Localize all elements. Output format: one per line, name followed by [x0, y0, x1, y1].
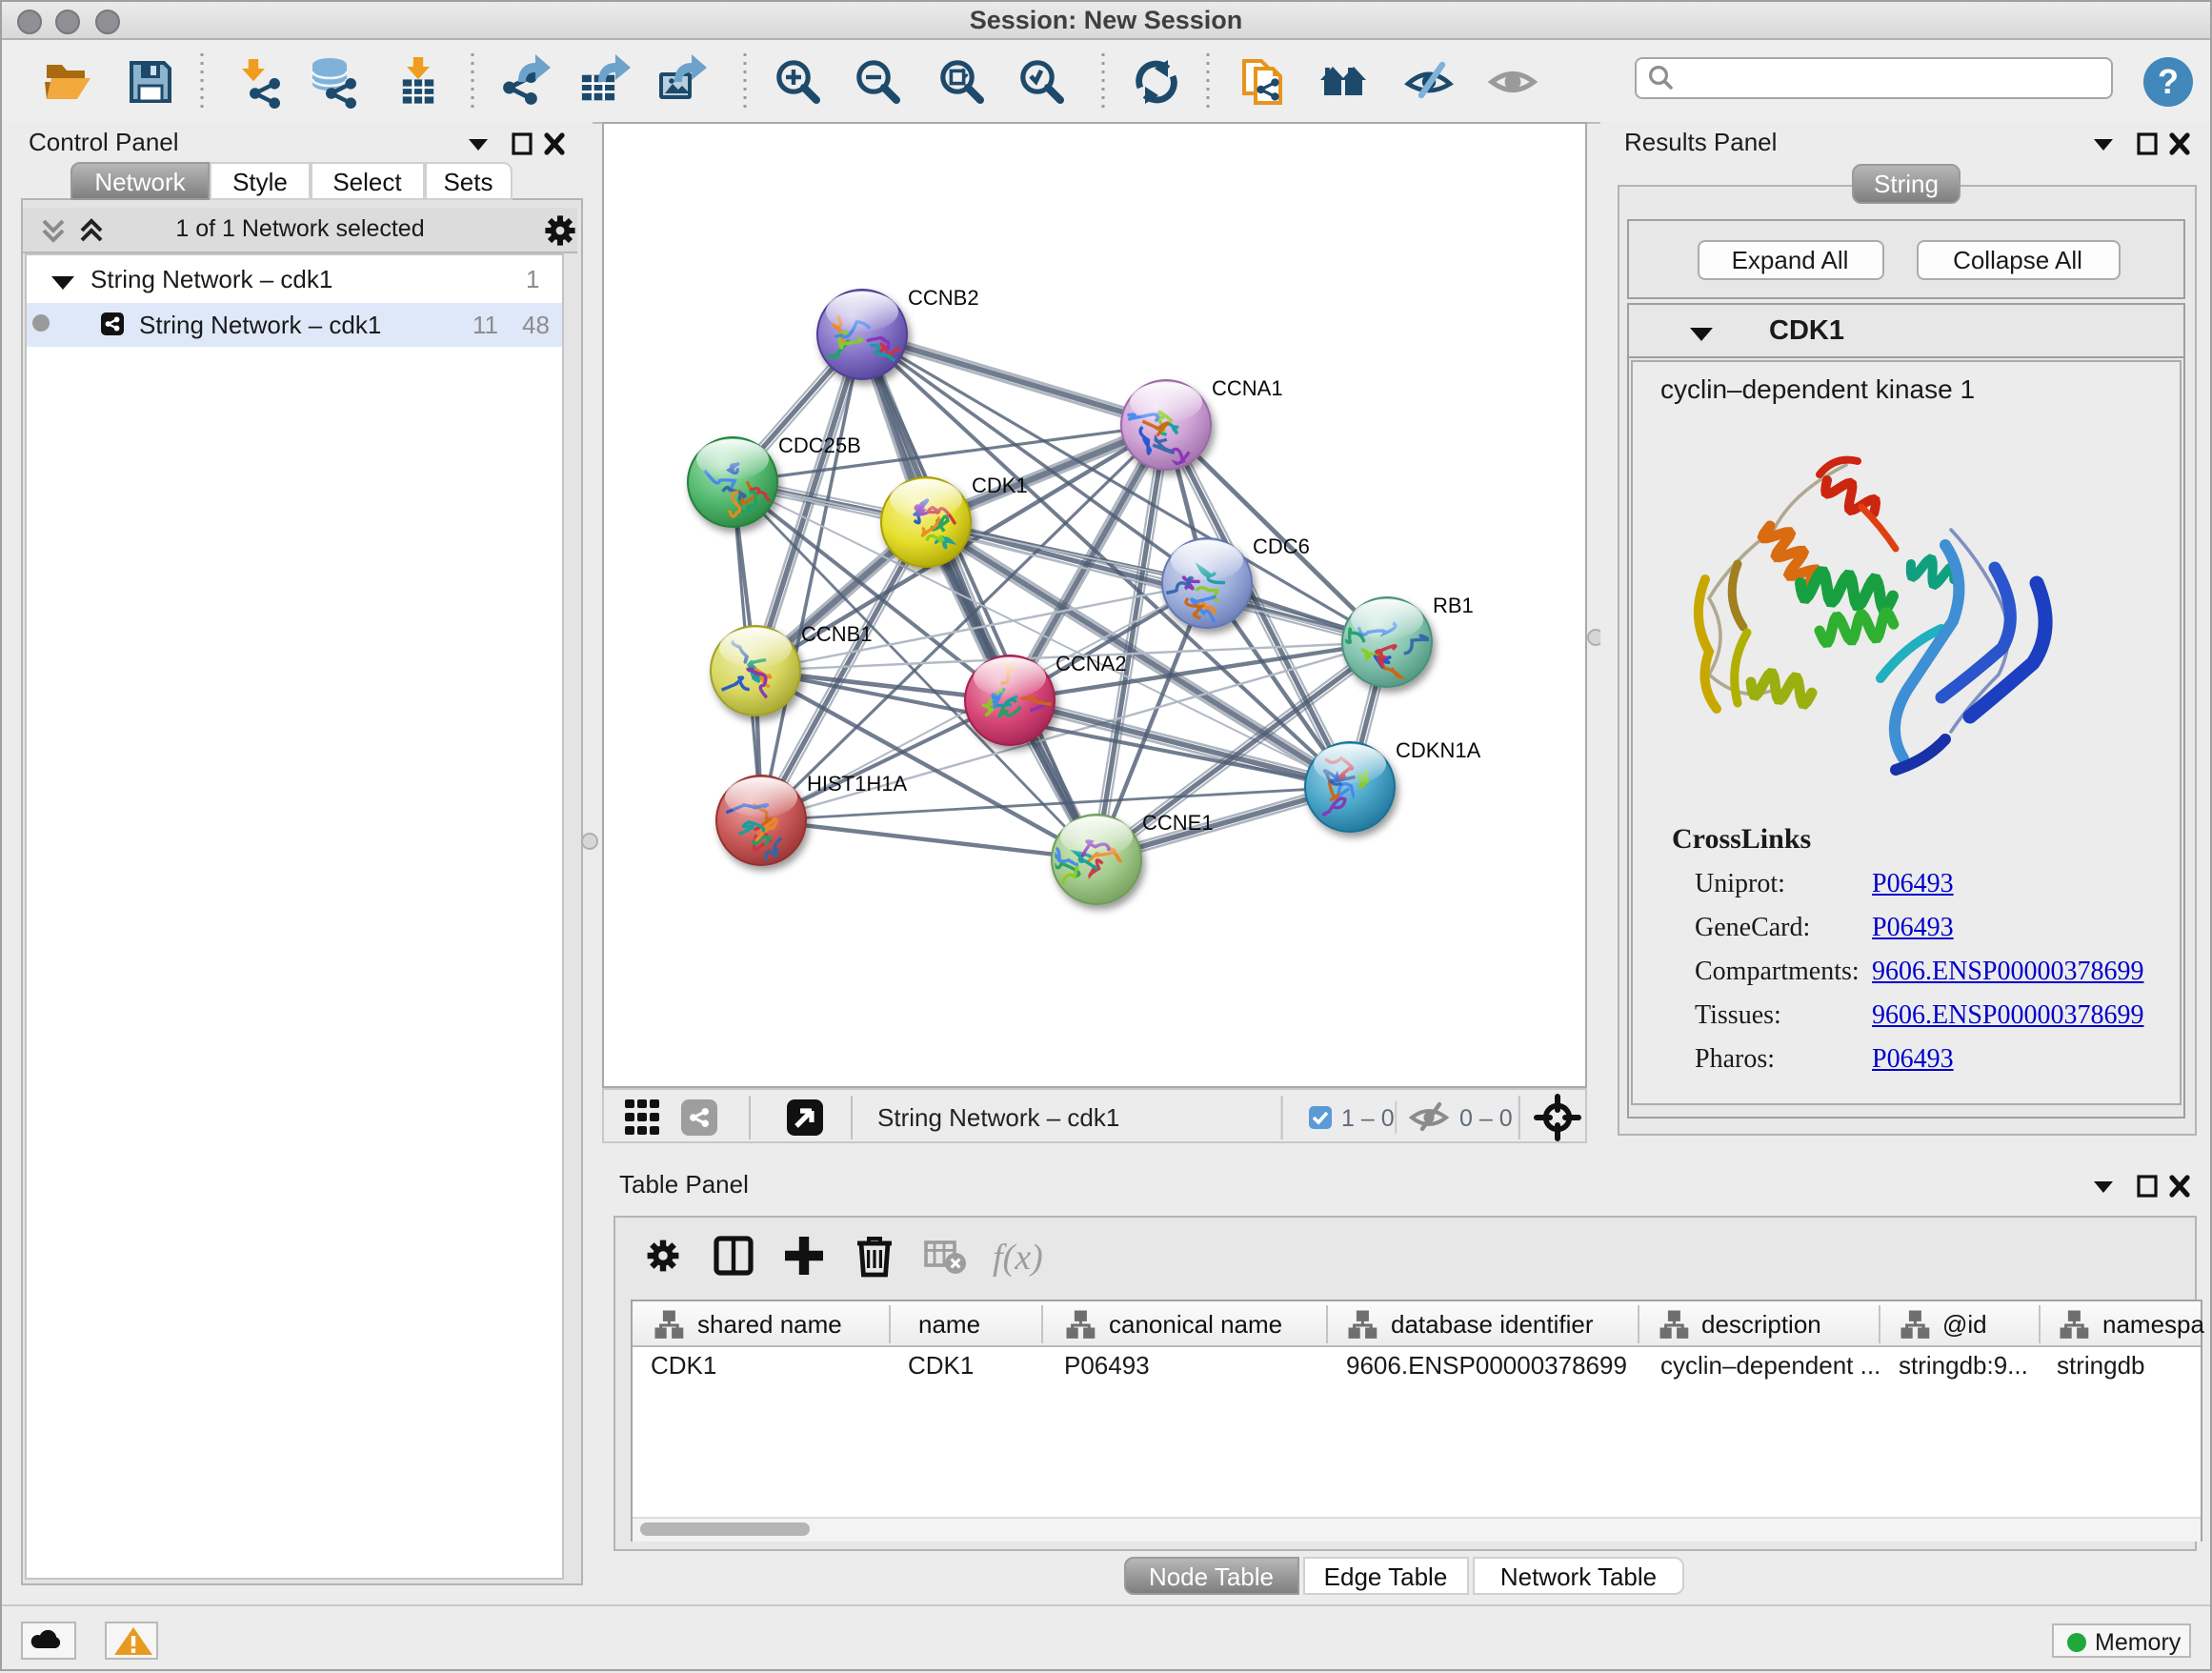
svg-text:CCNB1: CCNB1: [801, 622, 873, 646]
svg-text:f(x): f(x): [992, 1237, 1042, 1277]
svg-text:CDK1: CDK1: [972, 474, 1028, 497]
svg-text:namespace: namespace: [2102, 1309, 2204, 1338]
svg-text:@id: @id: [1942, 1309, 1987, 1338]
svg-text:CDC6: CDC6: [1253, 534, 1310, 558]
svg-text:description: description: [1701, 1309, 1821, 1338]
svg-text:CCNA1: CCNA1: [1212, 376, 1283, 400]
svg-text:CCNA2: CCNA2: [1056, 652, 1127, 675]
svg-text:CDC25B: CDC25B: [778, 433, 861, 457]
svg-text:RB1: RB1: [1433, 594, 1474, 617]
svg-text:database identifier: database identifier: [1391, 1309, 1594, 1338]
svg-text:1 – 0: 1 – 0: [1341, 1105, 1395, 1132]
svg-text:shared name: shared name: [697, 1309, 842, 1338]
svg-text:?: ?: [2158, 62, 2179, 101]
svg-text:name: name: [918, 1309, 980, 1338]
svg-text:CCNE1: CCNE1: [1142, 811, 1214, 835]
svg-text:HIST1H1A: HIST1H1A: [807, 772, 907, 796]
svg-text:0 – 0: 0 – 0: [1459, 1105, 1513, 1132]
svg-text:canonical name: canonical name: [1109, 1309, 1282, 1338]
svg-text:CDKN1A: CDKN1A: [1396, 738, 1481, 762]
svg-text:String Network – cdk1: String Network – cdk1: [877, 1103, 1119, 1132]
svg-text:CCNB2: CCNB2: [908, 286, 979, 310]
